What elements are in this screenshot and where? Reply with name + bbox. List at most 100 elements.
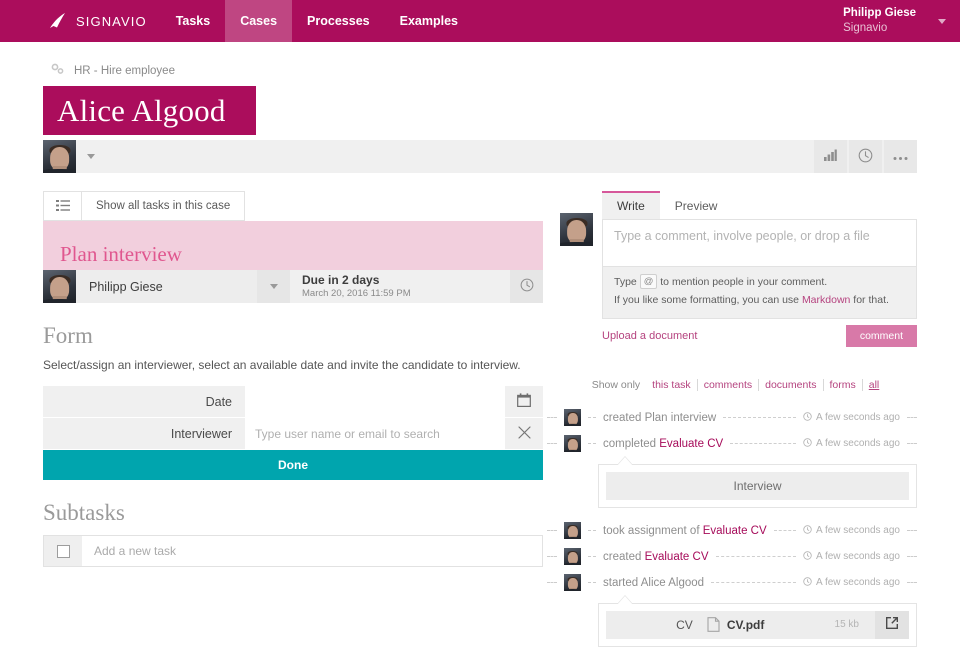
clock-icon	[858, 148, 873, 166]
task-due-absolute: March 20, 2016 11:59 PM	[302, 288, 411, 300]
clock-icon	[520, 278, 534, 295]
nav-item-cases[interactable]: Cases	[225, 0, 293, 42]
callout-text: Interview	[606, 471, 909, 500]
task-list-toggle[interactable]	[43, 191, 81, 221]
avatar	[564, 409, 581, 427]
user-identity: Philipp Giese Signavio	[843, 6, 916, 36]
activity-time-text: A few seconds ago	[816, 551, 900, 563]
subtask-input[interactable]	[82, 536, 542, 566]
brand-logo-group[interactable]: SIGNAVIO	[0, 0, 161, 42]
subtask-checkbox[interactable]	[44, 536, 82, 566]
connector-line	[547, 530, 557, 532]
task-assignee-dropdown[interactable]	[257, 270, 290, 303]
connector-line	[907, 530, 917, 532]
clear-interviewer-button[interactable]	[505, 418, 543, 449]
activity-timestamp: A few seconds ago	[803, 438, 900, 450]
connector-line	[588, 417, 596, 419]
nav-item-examples[interactable]: Examples	[385, 0, 473, 42]
comment-textarea[interactable]	[603, 220, 916, 266]
connector-line	[547, 417, 557, 419]
submit-comment-button[interactable]: comment	[845, 324, 917, 347]
markdown-link[interactable]: Markdown	[802, 294, 850, 306]
checkbox-icon	[56, 544, 70, 558]
connector-line	[588, 556, 596, 558]
markdown-hint-post: for that.	[853, 294, 889, 307]
form-row-date: Date	[43, 386, 543, 418]
nav-item-tasks[interactable]: Tasks	[161, 0, 226, 42]
date-picker-button[interactable]	[505, 386, 543, 417]
open-document-button[interactable]	[874, 610, 909, 639]
mention-hint: Type @ to mention people in your comment…	[614, 273, 905, 291]
connector-line	[907, 582, 917, 584]
task-due-block: Due in 2 days March 20, 2016 11:59 PM	[290, 270, 510, 303]
activity-target-link[interactable]: Evaluate CV	[659, 438, 723, 450]
avatar	[564, 548, 581, 566]
activity-item: created Evaluate CV A few seconds ago	[547, 544, 917, 570]
activity-timestamp: A few seconds ago	[803, 551, 900, 563]
activity-item: completed Evaluate CV A few seconds ago	[547, 431, 917, 457]
comment-box: Type @ to mention people in your comment…	[602, 219, 917, 319]
signavio-logo-icon	[48, 11, 68, 31]
activity-target-link[interactable]: Evaluate CV	[703, 525, 767, 537]
clock-icon	[803, 577, 812, 589]
filter-label: Show only	[591, 378, 641, 391]
filter-forms[interactable]: forms	[822, 378, 862, 391]
connector-line	[547, 443, 557, 445]
tab-preview[interactable]: Preview	[660, 191, 733, 219]
task-due-edit-button[interactable]	[510, 270, 543, 303]
subtasks-heading: Subtasks	[43, 500, 125, 525]
bar-chart-icon	[824, 149, 837, 164]
activity-target-link[interactable]: Evaluate CV	[645, 551, 709, 563]
form-row-interviewer: Interviewer	[43, 418, 543, 450]
activity-filters: Show only this task comments documents f…	[560, 378, 917, 391]
connector-line	[907, 417, 917, 419]
history-button[interactable]	[849, 140, 882, 173]
tab-write[interactable]: Write	[602, 191, 660, 219]
avatar	[564, 574, 581, 592]
task-card-header: Plan interview	[43, 221, 543, 270]
filter-comments[interactable]: comments	[696, 378, 758, 391]
date-input[interactable]	[245, 386, 505, 417]
filter-all[interactable]: all	[861, 378, 886, 391]
form-heading: Form	[43, 323, 93, 348]
case-owner-dropdown[interactable]	[76, 140, 106, 173]
user-menu[interactable]: Philipp Giese Signavio	[843, 0, 946, 42]
upload-document-link[interactable]: Upload a document	[602, 330, 697, 342]
nav-item-processes[interactable]: Processes	[292, 0, 385, 42]
filter-documents[interactable]: documents	[758, 378, 822, 391]
avatar	[564, 522, 581, 540]
breadcrumb[interactable]: HR - Hire employee	[0, 42, 960, 86]
activity-timestamp: A few seconds ago	[803, 525, 900, 537]
clock-icon	[803, 525, 812, 537]
more-options-button[interactable]	[884, 140, 917, 173]
connector-line	[715, 556, 797, 558]
form-done-button[interactable]: Done	[43, 450, 543, 480]
activity-text: completed Evaluate CV	[603, 438, 723, 450]
document-label: CV	[676, 617, 693, 632]
document-attachment: CV CV.pdf 15 kb	[606, 610, 909, 639]
connector-line	[907, 443, 917, 445]
activity-time-text: A few seconds ago	[816, 438, 900, 450]
activity-text: created Plan interview	[603, 412, 716, 424]
brand-name: SIGNAVIO	[76, 13, 147, 29]
statistics-button[interactable]	[814, 140, 847, 173]
clock-icon	[803, 412, 812, 424]
interviewer-input[interactable]	[245, 418, 505, 449]
list-icon	[55, 199, 70, 214]
filter-this-task[interactable]: this task	[646, 379, 697, 391]
chevron-down-icon	[938, 18, 946, 24]
comment-composer: Write Preview Type @ to mention people i…	[560, 191, 917, 347]
activity-action: started	[603, 576, 639, 589]
connector-line	[588, 443, 596, 445]
activity-action: completed	[603, 437, 657, 450]
case-title-banner: Alice Algood	[43, 86, 256, 135]
activity-target: Plan interview	[644, 411, 717, 424]
document-filename[interactable]: CV.pdf	[727, 618, 765, 632]
task-title: Plan interview	[60, 242, 182, 266]
show-all-tasks-tab[interactable]: Show all tasks in this case	[81, 191, 246, 221]
external-link-icon	[885, 616, 899, 633]
left-column: Show all tasks in this case Plan intervi…	[43, 191, 543, 657]
clock-icon	[803, 438, 812, 450]
connector-line	[773, 530, 797, 532]
comment-footer: Upload a document comment	[602, 324, 917, 347]
